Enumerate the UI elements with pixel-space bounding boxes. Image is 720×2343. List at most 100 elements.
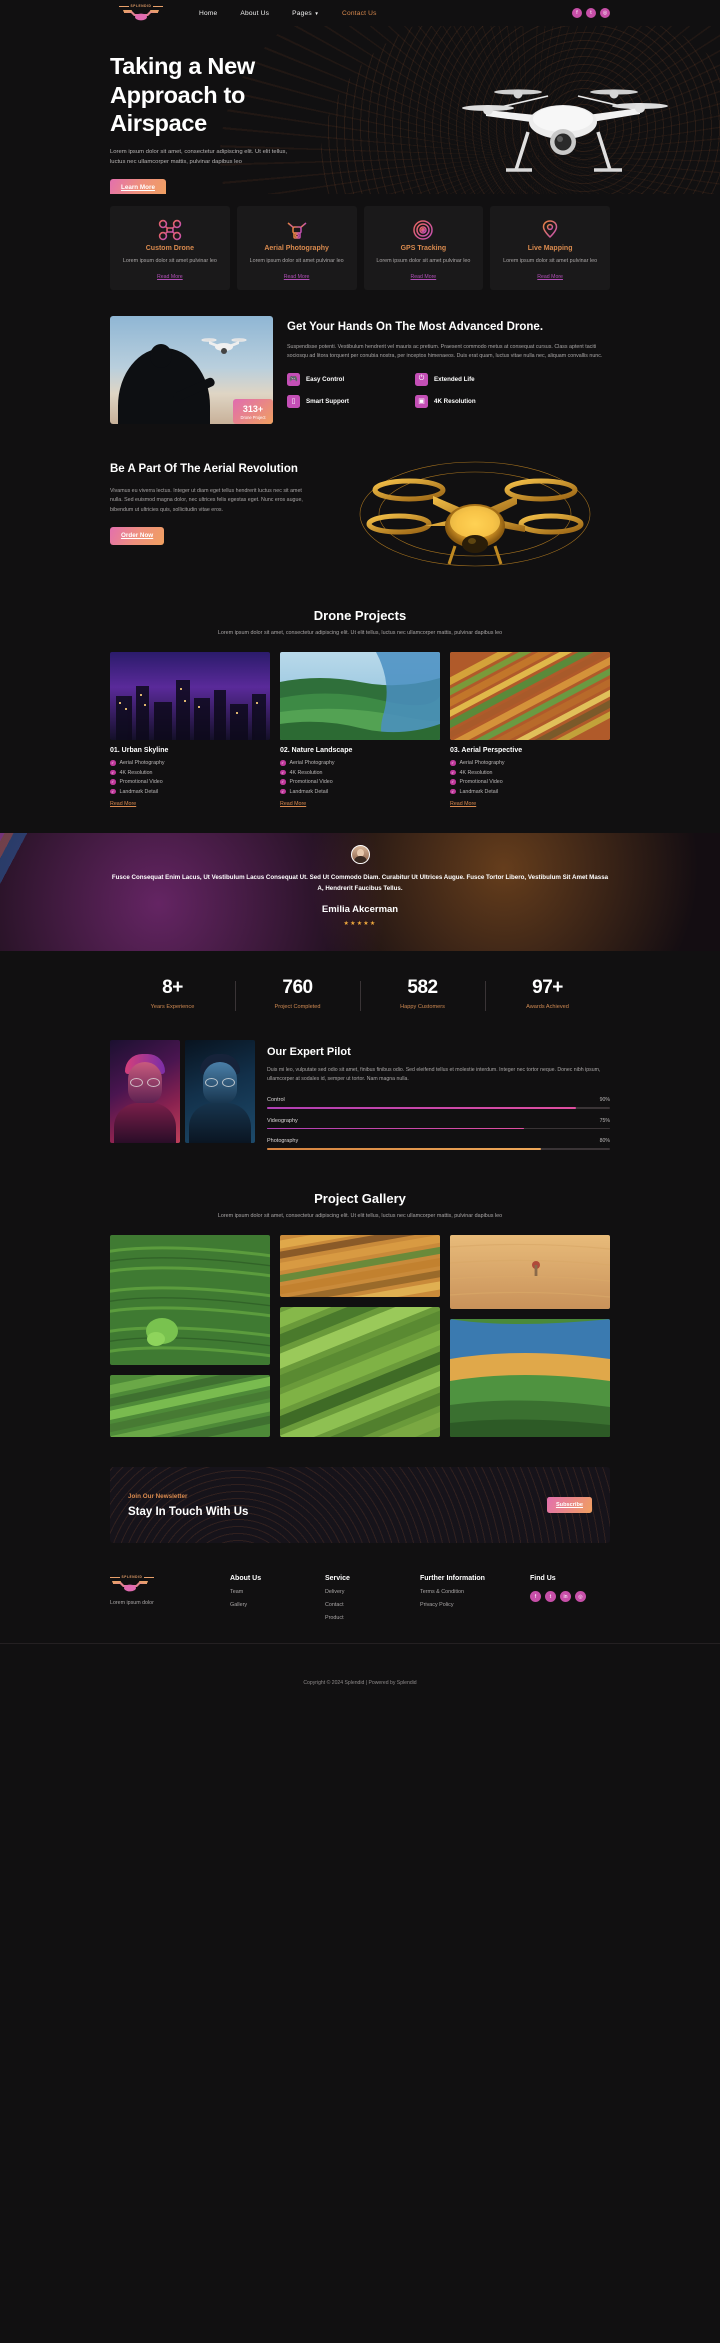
advanced-item-extended-life: ⏻ Extended Life <box>415 372 523 386</box>
badge-label: Drone Project <box>240 414 266 420</box>
footer-link-team[interactable]: Team <box>230 1589 325 1595</box>
gallery-image-1[interactable] <box>110 1235 270 1366</box>
footer-column-about-us: About Us Team Gallery <box>230 1575 325 1621</box>
instagram-icon[interactable]: ◎ <box>600 8 610 18</box>
hero-learn-more-button[interactable]: Learn More <box>110 178 166 194</box>
badge-number: 313+ <box>242 404 264 415</box>
feature-title: GPS Tracking <box>400 245 447 252</box>
projects-title: Drone Projects <box>313 608 407 624</box>
skill-value: 90% <box>599 1096 610 1103</box>
footer-column-find-us: Find Us f t in ◎ <box>530 1575 610 1621</box>
check-icon <box>280 769 286 776</box>
nav-item-pages[interactable]: Pages ▼ <box>292 10 319 17</box>
stat-value: 8+ <box>162 976 183 998</box>
facebook-icon[interactable]: f <box>530 1591 541 1603</box>
site-logo[interactable]: SPLENDID <box>110 4 172 22</box>
check-icon <box>280 760 286 766</box>
feature-read-more-link[interactable]: Read More <box>245 274 349 280</box>
newsletter-heading: Stay In Touch With Us <box>128 1505 249 1518</box>
feature-card-custom-drone[interactable]: Custom Drone Lorem ipsum dolor sit amet … <box>110 206 230 291</box>
footer-column-service: Service Delivery Contact Product <box>325 1575 420 1621</box>
footer-link-privacy[interactable]: Privacy Policy <box>420 1602 530 1608</box>
footer-tagline: Lorem ipsum dolor <box>110 1600 154 1607</box>
project-card-nature-landscape[interactable]: 02. Nature Landscape Aerial Photography … <box>280 652 440 807</box>
hero-paragraph: Lorem ipsum dolor sit amet, consectetur … <box>110 148 288 166</box>
skill-name: Control <box>267 1096 285 1103</box>
advanced-item-label: Easy Control <box>306 375 345 383</box>
skill-fill <box>267 1148 542 1150</box>
feature-text: Lorem ipsum dolor sit amet pulvinar leo <box>249 258 344 264</box>
check-icon <box>110 769 116 776</box>
controller-icon: 🎮 <box>287 372 300 386</box>
project-thumbnail <box>450 652 610 741</box>
gallery-image-6[interactable] <box>450 1319 610 1438</box>
project-read-more-link[interactable]: Read More <box>450 801 610 807</box>
drone-logo-icon <box>123 10 159 21</box>
avatar <box>350 844 370 864</box>
project-card-aerial-perspective[interactable]: 03. Aerial Perspective Aerial Photograph… <box>450 652 610 807</box>
twitter-icon[interactable]: t <box>586 8 596 18</box>
instagram-icon[interactable]: ◎ <box>575 1591 586 1603</box>
stat-project-completed: 760 Project Completed <box>235 977 360 1011</box>
gallery-image-5[interactable] <box>280 1307 440 1438</box>
check-icon <box>110 760 116 766</box>
revolution-paragraph: Vivamus eu viverra lectus. Integer ut di… <box>110 487 303 514</box>
feature-text: Lorem ipsum dolor sit amet pulvinar leo <box>376 258 471 264</box>
advanced-feature-list: 🎮 Easy Control ⏻ Extended Life ▯ Smart S… <box>287 372 610 408</box>
nav-item-about-us[interactable]: About Us <box>240 10 269 17</box>
live-mapping-icon <box>498 218 602 242</box>
footer-link-terms[interactable]: Terms & Condition <box>420 1589 530 1595</box>
support-icon: ▯ <box>287 394 300 408</box>
page-root: SPLENDID Home About Us Pages ▼ Contact Us <box>0 0 720 1686</box>
footer-link-gallery[interactable]: Gallery <box>230 1602 325 1608</box>
extended-life-icon: ⏻ <box>415 372 428 386</box>
check-icon <box>450 788 456 795</box>
project-feature-list: Aerial Photography 4K Resolution Promoti… <box>450 760 610 795</box>
feature-card-gps-tracking[interactable]: GPS Tracking Lorem ipsum dolor sit amet … <box>363 206 484 291</box>
skill-track <box>267 1148 610 1150</box>
project-read-more-link[interactable]: Read More <box>110 801 270 807</box>
gallery-image-4[interactable] <box>110 1375 270 1438</box>
feature-read-more-link[interactable]: Read More <box>118 274 222 280</box>
footer-link-product[interactable]: Product <box>325 1615 420 1621</box>
footer-column-further-information: Further Information Terms & Condition Pr… <box>420 1575 530 1621</box>
testimonial-author: Emilia Akcerman <box>321 903 399 915</box>
feature-card-live-mapping[interactable]: Live Mapping Lorem ipsum dolor sit amet … <box>490 206 610 291</box>
footer-link-contact[interactable]: Contact <box>325 1602 420 1608</box>
feature-card-aerial-photography[interactable]: Aerial Photography Lorem ipsum dolor sit… <box>236 206 357 291</box>
feature-read-more-link[interactable]: Read More <box>372 274 476 280</box>
stat-awards-achieved: 97+ Awards Achieved <box>485 976 610 1011</box>
mini-drone-icon <box>201 338 247 355</box>
skill-track <box>267 1127 610 1130</box>
project-feature: Landmark Detail <box>110 789 270 795</box>
project-card-urban-skyline[interactable]: 01. Urban Skyline Aerial Photography 4K … <box>110 652 270 807</box>
gallery-image-3[interactable] <box>450 1235 610 1310</box>
main-nav: Home About Us Pages ▼ Contact Us <box>199 10 377 17</box>
gallery-subtitle: Lorem ipsum dolor sit amet, consectetur … <box>217 1212 503 1219</box>
advanced-item-label: Extended Life <box>434 375 475 383</box>
feature-title: Aerial Photography <box>264 245 329 252</box>
nav-item-contact-us[interactable]: Contact Us <box>342 10 377 17</box>
footer-column-heading: About Us <box>230 1575 262 1583</box>
skill-fill <box>267 1127 525 1130</box>
project-feature-list: Aerial Photography 4K Resolution Promoti… <box>280 760 440 795</box>
linkedin-icon[interactable]: in <box>560 1591 571 1603</box>
footer-link-delivery[interactable]: Delivery <box>325 1589 420 1595</box>
gallery-image-2[interactable] <box>280 1235 440 1298</box>
order-now-button[interactable]: Order Now <box>110 526 165 545</box>
project-read-more-link[interactable]: Read More <box>280 801 440 807</box>
stat-value: 97+ <box>532 976 563 998</box>
drone-project-badge: 313+ Drone Project <box>233 399 273 425</box>
footer-drone-logo-icon <box>112 1581 148 1592</box>
twitter-icon[interactable]: t <box>545 1591 556 1603</box>
subscribe-button[interactable]: Subscribe <box>546 1497 592 1514</box>
chevron-down-icon: ▼ <box>314 10 319 16</box>
nav-item-home[interactable]: Home <box>199 10 217 17</box>
projects-subtitle: Lorem ipsum dolor sit amet, consectetur … <box>217 630 503 637</box>
feature-read-more-link[interactable]: Read More <box>498 274 602 280</box>
facebook-icon[interactable]: f <box>572 8 582 18</box>
project-feature: 4K Resolution <box>450 770 610 776</box>
testimonial-section: Fusce Consequat Enim Lacus, Ut Vestibulu… <box>0 832 720 951</box>
pilot-image-1 <box>110 1039 180 1143</box>
advanced-item-label: Smart Support <box>306 397 349 405</box>
